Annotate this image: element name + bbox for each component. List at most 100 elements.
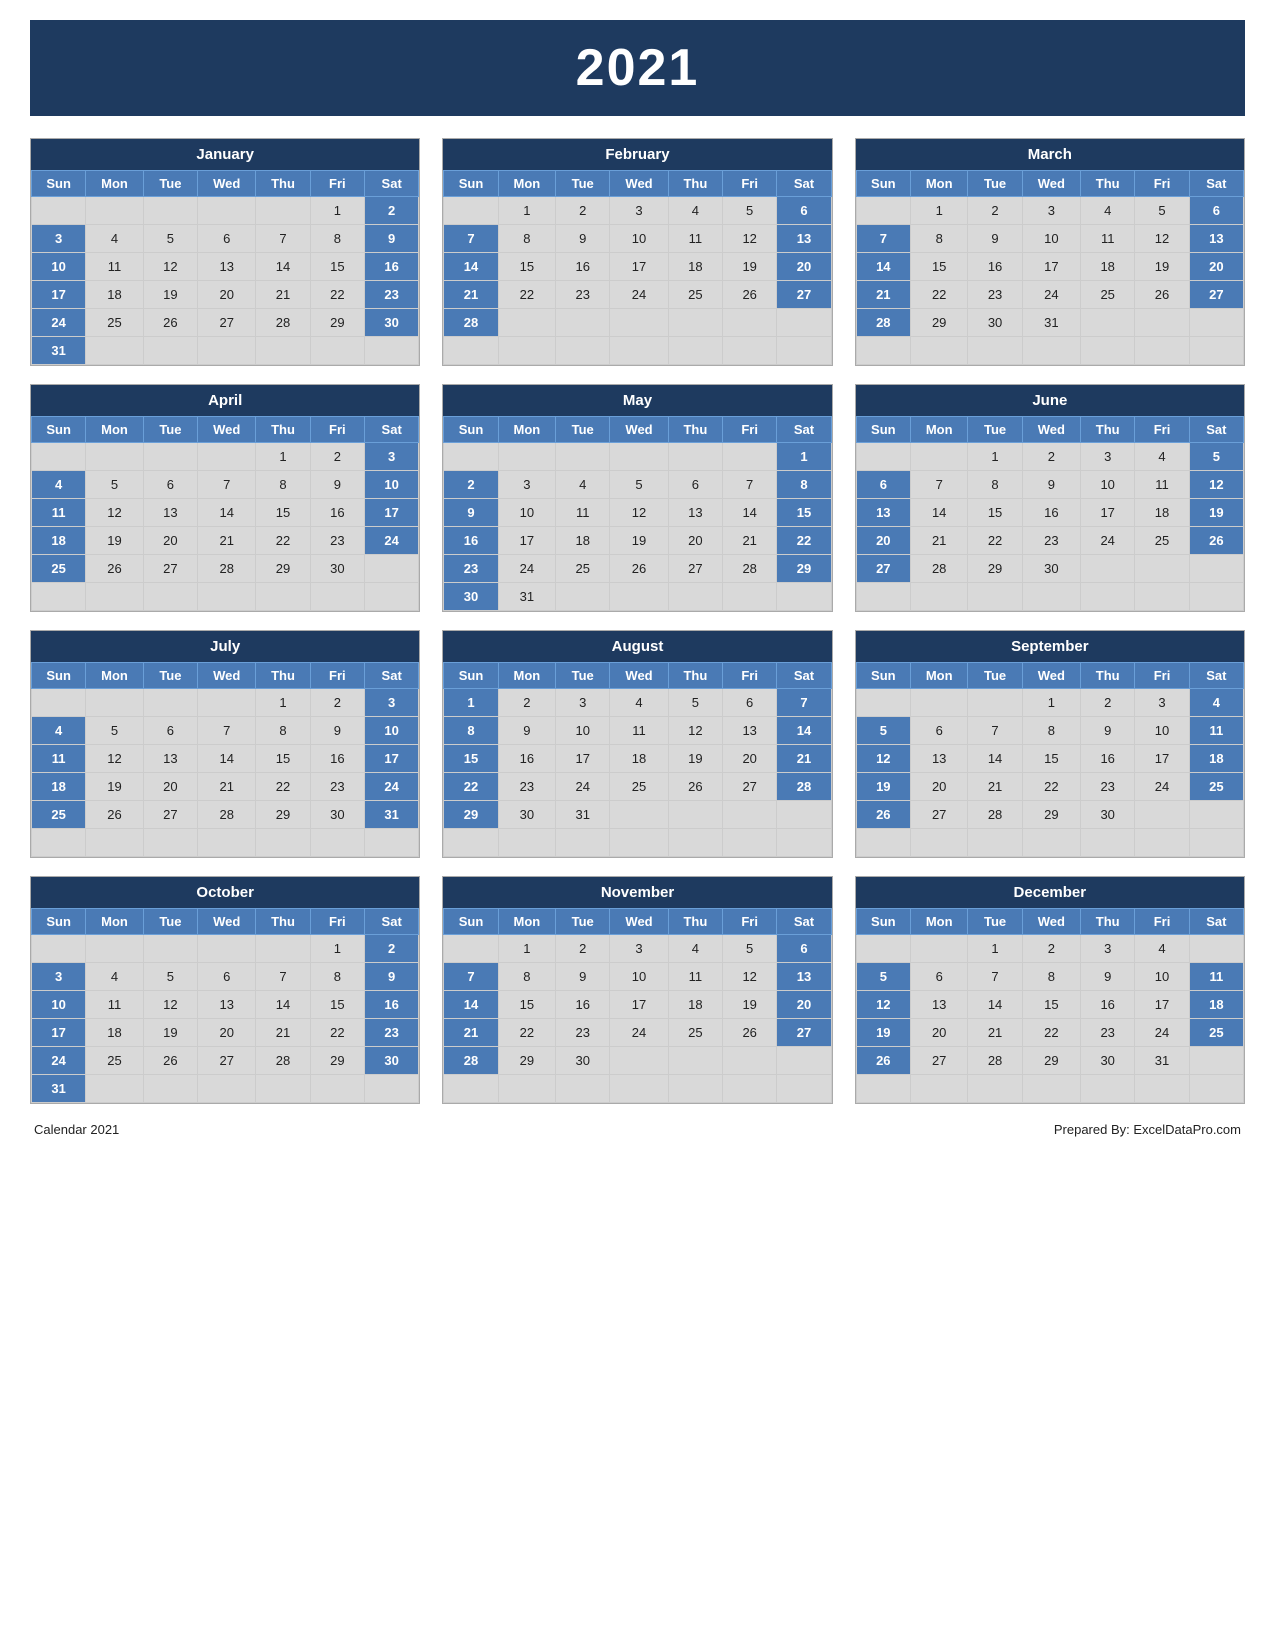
day-cell: 13 — [668, 499, 722, 527]
day-cell: 2 — [1022, 935, 1080, 963]
day-cell: 8 — [444, 717, 498, 745]
day-cell: 10 — [1135, 717, 1189, 745]
day-cell — [143, 583, 197, 611]
day-cell: 17 — [556, 745, 610, 773]
day-cell — [86, 829, 143, 857]
week-row: 21222324252627 — [444, 281, 831, 309]
week-row: 18192021222324 — [32, 527, 419, 555]
month-block-july: JulySunMonTueWedThuFriSat123456789101112… — [30, 630, 420, 858]
day-cell — [1081, 829, 1135, 857]
day-cell: 18 — [86, 1019, 143, 1047]
day-header-fri: Fri — [310, 171, 364, 197]
day-cell — [1135, 829, 1189, 857]
month-title: December — [856, 877, 1244, 908]
day-cell: 17 — [498, 527, 555, 555]
day-cell — [723, 801, 777, 829]
day-cell: 6 — [723, 689, 777, 717]
month-table: SunMonTueWedThuFriSat1234567891011121314… — [31, 170, 419, 365]
day-header-sun: Sun — [444, 171, 498, 197]
day-header-sun: Sun — [856, 909, 910, 935]
day-cell: 19 — [668, 745, 722, 773]
week-row — [856, 337, 1243, 365]
day-cell: 28 — [256, 1047, 310, 1075]
day-cell — [1189, 337, 1243, 365]
day-cell — [1022, 1075, 1080, 1103]
day-cell: 9 — [310, 717, 364, 745]
day-cell: 3 — [365, 689, 419, 717]
day-cell: 11 — [1081, 225, 1135, 253]
day-cell: 4 — [610, 689, 668, 717]
day-cell: 3 — [498, 471, 555, 499]
day-cell: 30 — [556, 1047, 610, 1075]
month-table: SunMonTueWedThuFriSat1234567891011121314… — [443, 662, 831, 857]
day-cell: 7 — [444, 225, 498, 253]
day-cell: 4 — [1081, 197, 1135, 225]
day-cell — [498, 309, 555, 337]
day-header-fri: Fri — [1135, 663, 1189, 689]
day-cell: 14 — [444, 253, 498, 281]
week-row: 14151617181920 — [444, 991, 831, 1019]
day-cell: 14 — [777, 717, 831, 745]
day-header-sun: Sun — [444, 663, 498, 689]
day-header-fri: Fri — [310, 909, 364, 935]
day-cell: 25 — [86, 1047, 143, 1075]
week-row: 28 — [444, 309, 831, 337]
day-cell: 29 — [777, 555, 831, 583]
day-header-sat: Sat — [365, 171, 419, 197]
day-cell: 22 — [256, 527, 310, 555]
day-cell: 24 — [498, 555, 555, 583]
day-cell: 19 — [1135, 253, 1189, 281]
day-cell: 12 — [1135, 225, 1189, 253]
day-cell — [498, 337, 555, 365]
footer-right: Prepared By: ExcelDataPro.com — [1054, 1122, 1241, 1137]
day-cell: 6 — [1189, 197, 1243, 225]
day-header-thu: Thu — [1081, 663, 1135, 689]
month-table: SunMonTueWedThuFriSat1234567891011121314… — [31, 416, 419, 611]
day-header-thu: Thu — [256, 663, 310, 689]
month-block-november: NovemberSunMonTueWedThuFriSat12345678910… — [442, 876, 832, 1104]
day-cell: 25 — [668, 281, 722, 309]
month-block-august: AugustSunMonTueWedThuFriSat1234567891011… — [442, 630, 832, 858]
week-row: 293031 — [444, 801, 831, 829]
day-cell: 19 — [723, 253, 777, 281]
day-cell — [86, 443, 143, 471]
day-cell: 16 — [365, 991, 419, 1019]
day-cell: 4 — [668, 197, 722, 225]
day-cell: 17 — [365, 499, 419, 527]
day-cell — [610, 1075, 668, 1103]
day-cell: 11 — [86, 253, 143, 281]
day-cell: 25 — [32, 555, 86, 583]
day-cell: 30 — [365, 1047, 419, 1075]
day-cell: 16 — [310, 745, 364, 773]
day-cell: 15 — [1022, 991, 1080, 1019]
day-cell: 30 — [365, 309, 419, 337]
month-title: September — [856, 631, 1244, 662]
day-cell: 24 — [365, 773, 419, 801]
week-row: 24252627282930 — [32, 1047, 419, 1075]
day-header-fri: Fri — [310, 663, 364, 689]
day-cell: 15 — [310, 991, 364, 1019]
day-cell: 28 — [723, 555, 777, 583]
week-row: 17181920212223 — [32, 281, 419, 309]
day-cell: 12 — [856, 991, 910, 1019]
day-cell: 13 — [198, 253, 256, 281]
day-cell: 16 — [1022, 499, 1080, 527]
week-row: 891011121314 — [444, 717, 831, 745]
day-header-thu: Thu — [668, 417, 722, 443]
day-cell — [777, 1075, 831, 1103]
day-cell: 12 — [856, 745, 910, 773]
day-cell: 22 — [310, 281, 364, 309]
day-cell — [556, 443, 610, 471]
day-cell: 18 — [556, 527, 610, 555]
day-cell: 2 — [498, 689, 555, 717]
day-cell: 3 — [556, 689, 610, 717]
day-cell: 25 — [86, 309, 143, 337]
week-row: 1234 — [856, 689, 1243, 717]
day-cell: 20 — [198, 1019, 256, 1047]
year-header: 2021 — [30, 20, 1245, 116]
day-cell — [1135, 309, 1189, 337]
day-cell: 24 — [32, 1047, 86, 1075]
month-title: August — [443, 631, 831, 662]
day-cell — [968, 337, 1022, 365]
day-cell: 13 — [143, 745, 197, 773]
